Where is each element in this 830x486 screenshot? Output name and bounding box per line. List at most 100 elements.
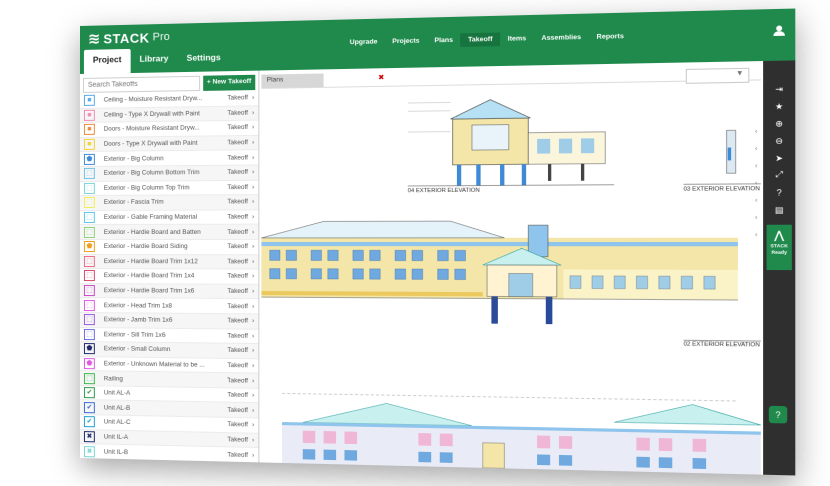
chevron-right-icon: ›: [252, 317, 255, 325]
plan-tab[interactable]: Plans: [261, 73, 324, 88]
takeoff-row[interactable]: ⬚ Exterior - Hardie Board Trim 1x6 Takeoff…: [80, 283, 259, 300]
nav-items[interactable]: Items: [500, 32, 534, 46]
stack-ready-line2: Ready: [771, 249, 787, 255]
close-icon[interactable]: ✖: [378, 73, 384, 81]
takeoff-row[interactable]: ⬚ Exterior - Big Column Top Trim Takeoff ›: [80, 180, 259, 197]
takeoff-link[interactable]: Takeoff: [227, 273, 252, 280]
plan-viewer[interactable]: 04 EXTERIOR ELEVATION 03 EXTERIOR ELEVAT…: [261, 82, 761, 475]
takeoff-link[interactable]: Takeoff: [227, 406, 252, 414]
chat-help-button[interactable]: ?: [768, 405, 788, 424]
takeoff-name: Exterior - Hardie Board Trim 1x4: [103, 272, 195, 280]
chevron-down-icon: ▼: [735, 69, 744, 78]
takeoff-row[interactable]: ⬟ Exterior - Big Column Takeoff ›: [80, 150, 259, 167]
takeoff-link[interactable]: Takeoff: [227, 392, 252, 400]
takeoff-name: Exterior - Big Column: [103, 154, 164, 163]
plan-select[interactable]: ▼: [685, 67, 750, 84]
tab-project[interactable]: Project: [83, 48, 131, 74]
takeoff-name: Exterior - Hardie Board Trim 1x6: [103, 287, 195, 295]
chevron-right-icon: ›: [252, 198, 255, 206]
nav-upgrade[interactable]: Upgrade: [342, 35, 384, 49]
takeoff-link[interactable]: Takeoff: [227, 317, 252, 324]
new-takeoff-button[interactable]: + New Takeoff: [202, 74, 256, 91]
takeoff-row[interactable]: ⬚ Exterior - Hardie Board Trim 1x12 Takeof…: [80, 254, 259, 270]
takeoff-row[interactable]: ⬚ Exterior - Big Column Bottom Trim Takeof…: [80, 165, 259, 182]
takeoff-link[interactable]: Takeoff: [227, 436, 252, 444]
takeoff-color-swatch-icon: ⬟: [83, 153, 95, 165]
tab-settings[interactable]: Settings: [178, 47, 230, 72]
chevron-right-icon: ›: [252, 124, 255, 132]
takeoff-row[interactable]: ⬚ Exterior - Hardie Board and Batten Takeo…: [80, 225, 259, 240]
takeoff-link[interactable]: Takeoff: [227, 377, 252, 385]
user-icon[interactable]: [772, 24, 786, 40]
takeoff-color-swatch-icon: ⬚: [83, 168, 95, 180]
takeoff-color-swatch-icon: ⬚: [83, 285, 95, 297]
search-takeoffs-input[interactable]: [82, 75, 200, 93]
takeoff-link[interactable]: Takeoff: [227, 109, 252, 116]
chevron-right-icon: ›: [252, 287, 255, 296]
takeoff-link[interactable]: Takeoff: [227, 332, 252, 339]
takeoff-link[interactable]: Takeoff: [227, 139, 252, 146]
expand-icon[interactable]: ⤢: [763, 166, 795, 183]
nav-reports[interactable]: Reports: [589, 30, 632, 45]
takeoff-link[interactable]: Takeoff: [227, 214, 252, 221]
exit-icon[interactable]: ⇥: [763, 80, 795, 98]
pointer-icon[interactable]: ➤: [763, 149, 795, 167]
takeoff-row[interactable]: ⬚ Exterior - Hardie Board Trim 1x4 Takeoff…: [80, 269, 259, 285]
takeoff-color-swatch-icon: ✔: [83, 401, 95, 414]
takeoff-row[interactable]: ⬟ Exterior - Hardie Board Siding Takeoff ›: [80, 239, 259, 255]
takeoff-link[interactable]: Takeoff: [227, 258, 252, 265]
takeoff-row[interactable]: ⬚ Exterior - Fascia Trim Takeoff ›: [80, 195, 259, 211]
takeoff-color-swatch-icon: ⬟: [83, 358, 95, 370]
takeoff-color-swatch-icon: ✔: [83, 387, 95, 399]
zoom-out-icon[interactable]: ⊖: [763, 132, 795, 150]
takeoff-name: Ceiling - Moisture Resistant Dryw...: [103, 95, 203, 104]
takeoff-color-swatch-icon: ✖: [83, 431, 95, 443]
takeoff-link[interactable]: Takeoff: [227, 421, 252, 429]
brand-name: STACK: [103, 29, 150, 46]
takeoff-link[interactable]: Takeoff: [227, 169, 252, 176]
tab-library[interactable]: Library: [130, 48, 177, 73]
chevron-right-icon: ›: [252, 392, 255, 400]
chevron-right-icon: ›: [252, 302, 255, 310]
takeoff-row[interactable]: ⬚ Exterior - Head Trim 1x8 Takeoff ›: [80, 298, 259, 315]
document-icon[interactable]: ▤: [763, 201, 795, 218]
takeoff-link[interactable]: Takeoff: [227, 347, 252, 354]
takeoff-link[interactable]: Takeoff: [227, 199, 252, 206]
takeoff-name: Exterior - Big Column Bottom Trim: [103, 169, 200, 178]
chevron-right-icon: ›: [252, 243, 255, 251]
takeoff-name: Exterior - Big Column Top Trim: [103, 184, 190, 192]
takeoff-name: Railing: [103, 374, 123, 383]
stack-logo: ≋ STACK Pro: [88, 28, 170, 48]
takeoff-link[interactable]: Takeoff: [227, 154, 252, 161]
takeoff-link[interactable]: Takeoff: [227, 303, 252, 310]
nav-projects[interactable]: Projects: [385, 34, 427, 48]
takeoff-link[interactable]: Takeoff: [227, 228, 252, 235]
takeoff-link[interactable]: Takeoff: [227, 243, 252, 250]
elevation-label-02: 02 EXTERIOR ELEVATION: [684, 341, 760, 348]
takeoff-name: Exterior - Fascia Trim: [103, 199, 164, 207]
takeoff-link[interactable]: Takeoff: [227, 94, 252, 102]
takeoff-row[interactable]: ✖ Unit IL-B Takeoff ›: [80, 444, 259, 464]
takeoff-name: Unit AL-C: [103, 418, 131, 427]
takeoff-link[interactable]: Takeoff: [227, 362, 252, 369]
nav-plans[interactable]: Plans: [427, 33, 461, 47]
takeoff-color-swatch-icon: ⬚: [83, 211, 95, 224]
rail-ticks: ‹ ‹ ‹ ‹ ‹ ‹ ‹: [755, 128, 758, 239]
takeoff-name: Ceiling - Type X Drywall with Paint: [103, 110, 200, 119]
help-icon[interactable]: ?: [763, 184, 795, 201]
stack-ready-button[interactable]: ⋀ STACK Ready: [766, 224, 792, 271]
takeoff-link[interactable]: Takeoff: [227, 451, 252, 459]
brand-edition: Pro: [152, 30, 170, 44]
takeoff-link[interactable]: Takeoff: [227, 124, 252, 131]
zoom-in-icon[interactable]: ⊕: [763, 114, 795, 132]
star-icon[interactable]: ★: [763, 97, 795, 115]
nav-assemblies[interactable]: Assemblies: [534, 30, 589, 45]
chevron-right-icon: ›: [252, 362, 255, 370]
takeoff-link[interactable]: Takeoff: [227, 288, 252, 295]
takeoff-row[interactable]: ⬚ Exterior - Gable Framing Material Takeof…: [80, 210, 259, 226]
nav-takeoff[interactable]: Takeoff: [460, 32, 501, 47]
chevron-right-icon: ›: [252, 406, 255, 415]
takeoff-link[interactable]: Takeoff: [227, 184, 252, 191]
stage: ≋ STACK Pro Project Library Settings Upg…: [0, 0, 830, 486]
chevron-right-icon: ›: [252, 421, 255, 429]
